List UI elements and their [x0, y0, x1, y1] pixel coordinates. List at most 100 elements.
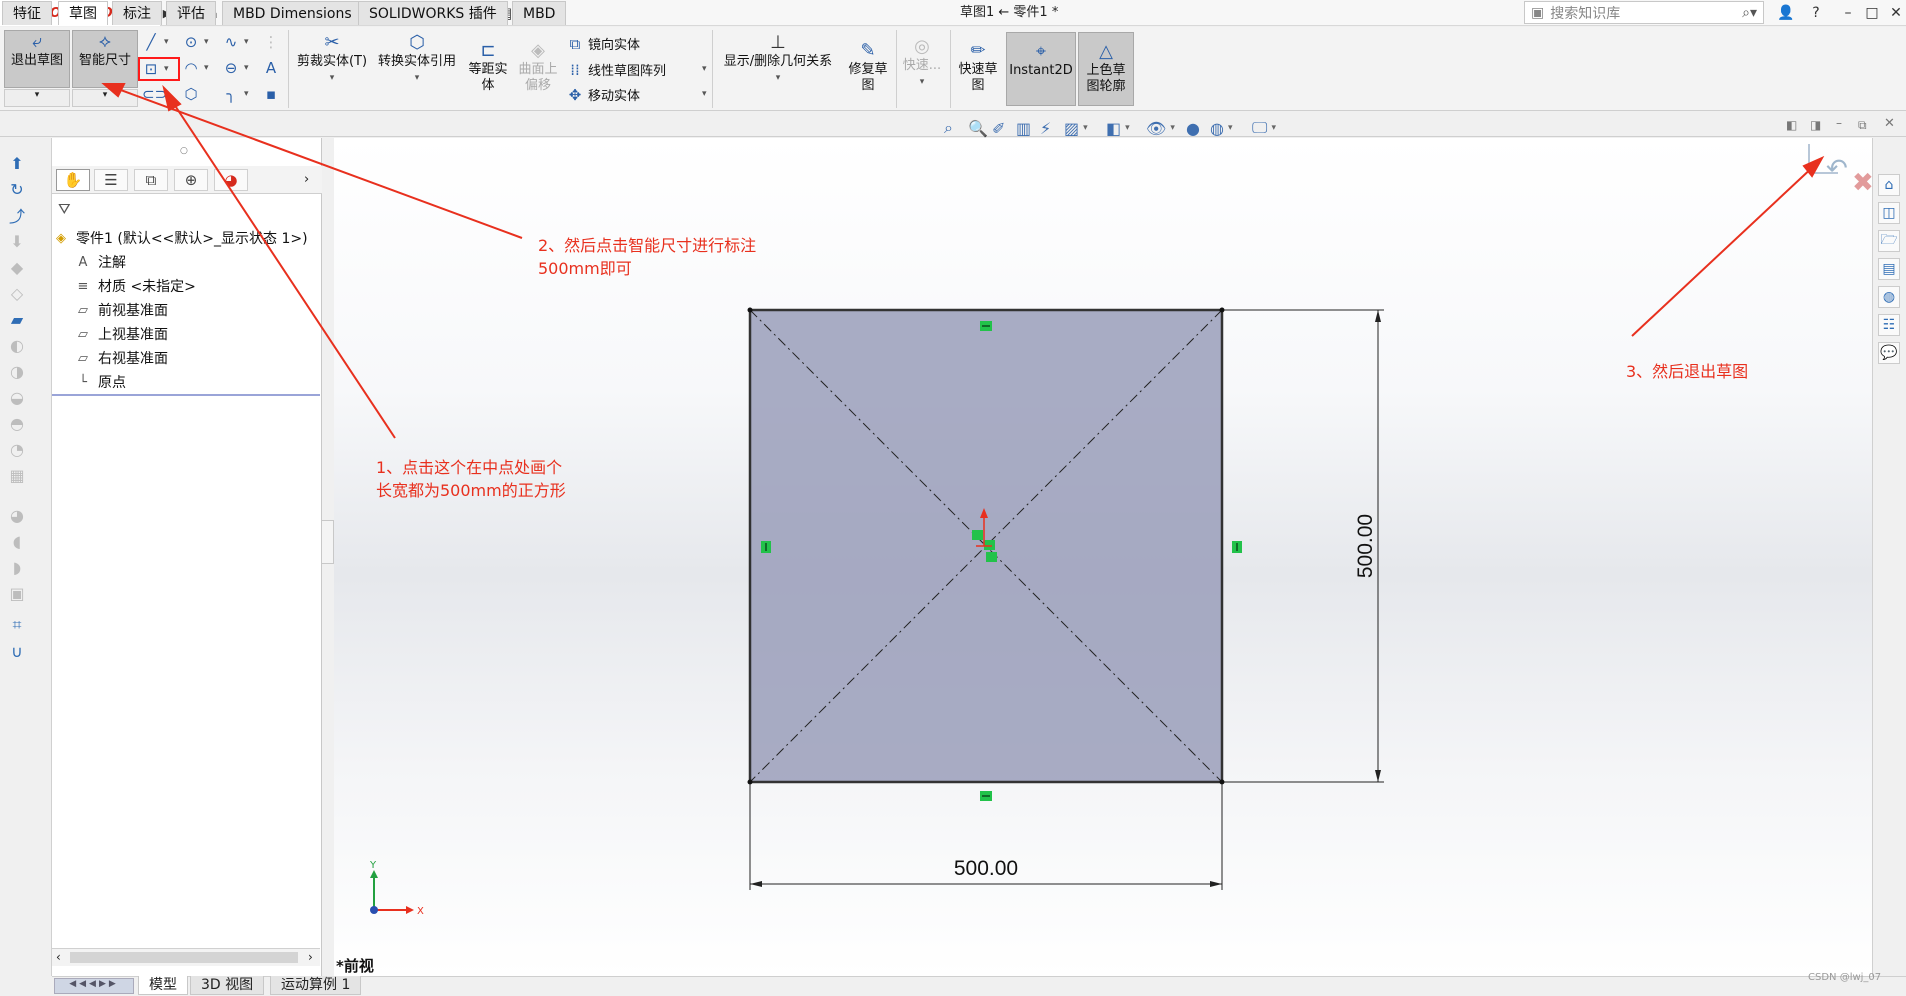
panel-splitter-handle[interactable]: [322, 520, 334, 564]
solidworks-resources-icon[interactable]: ⌂: [1878, 174, 1900, 196]
mirror-entities-button[interactable]: ⧉ 镜向实体: [566, 34, 640, 54]
close-button[interactable]: ✕: [1880, 0, 1906, 26]
rapid-sketch-button[interactable]: ✏ 快速草图: [954, 40, 1002, 102]
quick-snaps-button[interactable]: ◎ 快速... ▾: [898, 36, 946, 102]
tree-item-right-plane[interactable]: ▱ 右视基准面: [74, 347, 168, 369]
line-tool[interactable]: ╱ ▾: [142, 33, 168, 51]
spline-tool[interactable]: ∿ ▾: [222, 33, 249, 51]
fillet-feature-icon[interactable]: ◔: [6, 438, 28, 460]
extruded-boss-icon[interactable]: ⬆: [6, 152, 28, 174]
feature-tree-tab-icon[interactable]: ✋: [56, 169, 90, 191]
repair-sketch-button[interactable]: ✎ 修复草图: [844, 40, 892, 102]
corner-point[interactable]: [747, 307, 753, 313]
bottom-tab-model[interactable]: 模型: [138, 976, 188, 995]
tree-root-part[interactable]: ◈ 零件1 (默认<<默认>_显示状态 1>): [52, 227, 308, 249]
vertical-dimension-value[interactable]: 500.00: [1354, 514, 1377, 578]
tab-features[interactable]: 特征: [2, 1, 52, 25]
help-button[interactable]: ?: [1800, 0, 1832, 26]
point-tool[interactable]: ▪: [262, 85, 280, 103]
feature-tree-scrollbar[interactable]: ‹ ›: [52, 948, 320, 966]
boundary-cut-icon[interactable]: ◓: [6, 412, 28, 434]
scroll-left-icon[interactable]: ‹: [56, 950, 61, 964]
tree-item-material[interactable]: ≡ 材质 <未指定>: [74, 275, 196, 297]
lofted-boss-icon[interactable]: ⬇: [6, 230, 28, 252]
tab-evaluate[interactable]: 评估: [166, 1, 216, 25]
design-library-icon[interactable]: ◫: [1878, 202, 1900, 224]
filter-icon[interactable]: ⛛: [58, 200, 71, 218]
view-restore-icon[interactable]: ⧉: [1858, 118, 1867, 133]
horizontal-relation-icon[interactable]: [980, 791, 992, 801]
view-settings-icon[interactable]: 🖵 ▾: [1252, 118, 1276, 138]
arc-tool[interactable]: ◠ ▾: [182, 59, 208, 77]
revolved-boss-icon[interactable]: ↻: [6, 178, 28, 200]
boundary-boss-icon[interactable]: ◆: [6, 256, 28, 278]
draft-icon[interactable]: ◖: [6, 530, 28, 552]
exit-sketch-dropdown[interactable]: ▾: [4, 89, 70, 107]
circle-tool[interactable]: ⊙ ▾: [182, 33, 209, 51]
tree-item-front-plane[interactable]: ▱ 前视基准面: [74, 299, 168, 321]
tab-navigation-arrows[interactable]: ◀◀◀▶▶: [54, 978, 134, 994]
wizard-hole-icon[interactable]: ▰: [6, 308, 28, 330]
shell-icon[interactable]: ◗: [6, 556, 28, 578]
rollback-bar[interactable]: [52, 394, 320, 396]
display-style-icon[interactable]: ◧ ▾: [1106, 118, 1130, 138]
tile-left-icon[interactable]: ◧: [1786, 118, 1797, 132]
tab-markup[interactable]: 标注: [112, 1, 162, 25]
display-manager-tab-icon[interactable]: ◕: [214, 169, 248, 191]
tile-right-icon[interactable]: ◨: [1810, 118, 1821, 132]
offset-entities-button[interactable]: ⊏ 等距实体: [464, 40, 512, 102]
section-view-icon[interactable]: ▥: [1016, 118, 1031, 138]
extruded-cut-icon[interactable]: ◇: [6, 282, 28, 304]
revolved-cut-icon[interactable]: ◐: [6, 334, 28, 356]
view-palette-icon[interactable]: ▤: [1878, 258, 1900, 280]
configuration-manager-tab-icon[interactable]: ⧉: [134, 169, 168, 191]
search-knowledge-base[interactable]: ▣ 搜索知识库 ⌕▾: [1524, 1, 1764, 24]
view-orientation-icon[interactable]: ▨ ▾: [1064, 118, 1088, 138]
fillet-tool[interactable]: ╮ ▾: [222, 85, 248, 103]
tree-item-top-plane[interactable]: ▱ 上视基准面: [74, 323, 168, 345]
tree-item-annotations[interactable]: A 注解: [74, 251, 126, 273]
curves-icon[interactable]: ∪: [6, 640, 28, 662]
exit-sketch-button[interactable]: ⤶ 退出草图: [4, 30, 70, 88]
corner-point[interactable]: [1219, 779, 1225, 785]
view-close-icon[interactable]: ✕: [1884, 116, 1895, 131]
trim-entities-button[interactable]: ✂ 剪裁实体(T) ▾: [292, 32, 372, 102]
view-minimize-icon[interactable]: –: [1836, 116, 1842, 130]
search-icon[interactable]: ⌕▾: [1742, 5, 1757, 21]
apply-scene-icon[interactable]: ◍ ▾: [1210, 118, 1233, 138]
vertical-relation-icon[interactable]: [1232, 541, 1242, 553]
offset-on-surface-button[interactable]: ◈ 曲面上偏移: [514, 40, 562, 102]
rib-icon[interactable]: ◕: [6, 504, 28, 526]
sketch-picture-tool[interactable]: ⋮: [262, 33, 280, 51]
swept-cut-icon[interactable]: ◑: [6, 360, 28, 382]
move-entities-dropdown[interactable]: ▾: [702, 89, 707, 99]
linear-pattern-button[interactable]: ⁞⁞ 线性草图阵列: [566, 60, 666, 80]
corner-point[interactable]: [747, 779, 753, 785]
horizontal-relation-icon[interactable]: [980, 321, 992, 331]
convert-entities-button[interactable]: ⬡ 转换实体引用 ▾: [372, 32, 462, 102]
smart-dimension-dropdown[interactable]: ▾: [72, 89, 138, 107]
zoom-to-area-icon[interactable]: 🔍: [968, 118, 988, 138]
tab-mbd-dimensions[interactable]: MBD Dimensions: [222, 1, 363, 25]
center-rectangle-tool[interactable]: ⊡ ▾: [138, 57, 180, 81]
custom-properties-icon[interactable]: ☷: [1878, 314, 1900, 336]
lofted-cut-icon[interactable]: ◒: [6, 386, 28, 408]
swept-boss-icon[interactable]: ⤴: [6, 204, 28, 226]
property-manager-tab-icon[interactable]: ☰: [94, 169, 128, 191]
wrap-icon[interactable]: ▣: [6, 582, 28, 604]
hide-show-items-icon[interactable]: 👁 ▾: [1146, 118, 1175, 138]
instant2d-button[interactable]: ⌖ Instant2D: [1006, 32, 1076, 106]
previous-view-icon[interactable]: ✐: [992, 118, 1005, 138]
edit-appearance-icon[interactable]: ●: [1186, 118, 1200, 138]
panel-grip-icon[interactable]: ○: [180, 146, 188, 156]
bottom-tab-3d-views[interactable]: 3D 视图: [190, 976, 265, 995]
text-tool[interactable]: A: [262, 59, 280, 77]
smart-dimension-button[interactable]: ⟡ 智能尺寸: [72, 30, 138, 88]
reference-geometry-icon[interactable]: ⌗: [6, 614, 28, 636]
polygon-tool[interactable]: ⬡: [182, 85, 200, 103]
display-delete-relations-button[interactable]: ⊥ 显示/删除几何关系 ▾: [716, 32, 840, 102]
appearances-icon[interactable]: ◍: [1878, 286, 1900, 308]
tab-mbd[interactable]: MBD: [512, 1, 567, 25]
corner-point[interactable]: [1219, 307, 1225, 313]
move-entities-button[interactable]: ✥ 移动实体: [566, 85, 640, 105]
